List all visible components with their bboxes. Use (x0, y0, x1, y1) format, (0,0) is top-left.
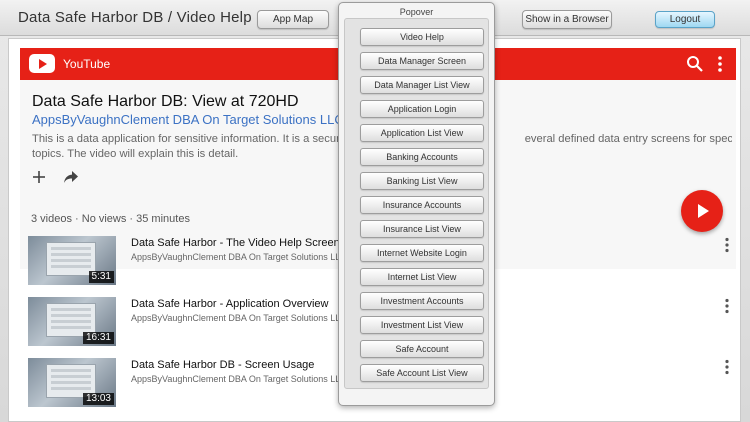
logout-button[interactable]: Logout (655, 11, 715, 28)
share-icon[interactable] (63, 170, 79, 184)
play-icon[interactable] (681, 190, 723, 232)
app-map-popover: Popover Video Help Data Manager Screen D… (338, 2, 495, 406)
menu-item-safe-account[interactable]: Safe Account (360, 340, 484, 358)
menu-item-insurance-accounts[interactable]: Insurance Accounts (360, 196, 484, 214)
duration-badge: 13:03 (82, 393, 114, 405)
menu-item-video-help[interactable]: Video Help (360, 28, 484, 46)
video-thumbnail[interactable]: 13:03 (28, 358, 116, 407)
more-vert-icon[interactable] (714, 55, 726, 73)
popover-title: Popover (399, 7, 434, 17)
youtube-brand: YouTube (63, 57, 111, 71)
menu-item-application-list-view[interactable]: Application List View (360, 124, 484, 142)
app-map-button[interactable]: App Map (257, 10, 329, 29)
menu-item-banking-accounts[interactable]: Banking Accounts (360, 148, 484, 166)
video-title[interactable]: Data Safe Harbor DB: View at 720HD (32, 93, 299, 111)
menu-item-internet-website-login[interactable]: Internet Website Login (360, 244, 484, 262)
menu-item-insurance-list-view[interactable]: Insurance List View (360, 220, 484, 238)
video-item-title[interactable]: Data Safe Harbor - Application Overview (131, 298, 328, 310)
menu-item-data-manager-list-view[interactable]: Data Manager List View (360, 76, 484, 94)
show-in-browser-button[interactable]: Show in a Browser (522, 10, 612, 29)
search-icon[interactable] (686, 55, 704, 73)
video-item-title[interactable]: Data Safe Harbor DB - Screen Usage (131, 359, 314, 371)
menu-item-application-login[interactable]: Application Login (360, 100, 484, 118)
video-item-channel: AppsByVaughnClement DBA On Target Soluti… (131, 313, 347, 323)
app-title: Data Safe Harbor DB / Video Help (18, 9, 252, 26)
duration-badge: 5:31 (88, 271, 114, 283)
video-thumbnail[interactable]: 16:31 (28, 297, 116, 346)
menu-item-banking-list-view[interactable]: Banking List View (360, 172, 484, 190)
video-item-channel: AppsByVaughnClement DBA On Target Soluti… (131, 252, 347, 262)
menu-item-investment-list-view[interactable]: Investment List View (360, 316, 484, 334)
more-vert-icon[interactable] (723, 298, 731, 314)
video-item-title[interactable]: Data Safe Harbor - The Video Help Screen (131, 237, 340, 249)
menu-item-data-manager-screen[interactable]: Data Manager Screen (360, 52, 484, 70)
menu-item-internet-list-view[interactable]: Internet List View (360, 268, 484, 286)
channel-link[interactable]: AppsByVaughnClement DBA On Target Soluti… (32, 112, 344, 127)
popover-menu: Video Help Data Manager Screen Data Mana… (344, 18, 489, 389)
youtube-logo-icon[interactable] (29, 54, 55, 73)
video-thumbnail[interactable]: 5:31 (28, 236, 116, 285)
playlist-meta: 3 videos · No views · 35 minutes (31, 213, 190, 225)
more-vert-icon[interactable] (723, 237, 731, 253)
duration-badge: 16:31 (82, 332, 114, 344)
menu-item-investment-accounts[interactable]: Investment Accounts (360, 292, 484, 310)
video-item-channel: AppsByVaughnClement DBA On Target Soluti… (131, 374, 347, 384)
menu-item-safe-account-list-view[interactable]: Safe Account List View (360, 364, 484, 382)
more-vert-icon[interactable] (723, 359, 731, 375)
add-icon[interactable] (31, 169, 47, 185)
